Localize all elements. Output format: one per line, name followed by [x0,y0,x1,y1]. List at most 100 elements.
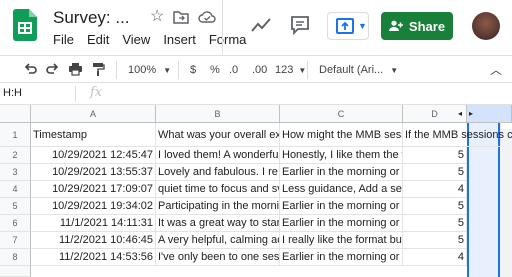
cell-d7[interactable]: 5 [403,232,467,249]
comment-icon[interactable] [289,14,311,36]
more-formats-label: 123 [275,64,294,76]
paint-format-icon[interactable] [92,62,105,76]
menu-edit[interactable]: Edit [87,32,109,47]
name-box[interactable]: H:H [3,87,22,99]
cell-b7[interactable]: A very helpful, calming ac [156,232,280,249]
menu-view[interactable]: View [122,32,150,47]
cell-b2[interactable]: I loved them! A wonderfu [156,147,280,164]
font-family-select[interactable]: Default (Ari... ▼ [319,62,398,79]
app-header: Survey: ... ☆ File Edit View Insert Form… [0,0,512,54]
zoom-select[interactable]: 100% ▼ [128,62,171,79]
menu-insert[interactable]: Insert [163,32,196,47]
more-formats-button[interactable]: 123 ▼ [275,62,306,79]
cell-c2[interactable]: Honestly, I like them the w [280,147,403,164]
fx-icon: fx [90,85,103,100]
person-add-icon [388,20,403,31]
cloud-status-icon[interactable] [198,11,216,23]
present-icon [336,18,354,34]
toolbar-divider [307,61,308,79]
currency-format-button[interactable]: $ [190,62,196,78]
menu-format[interactable]: Forma [209,32,247,47]
cell-a1[interactable]: Timestamp [31,123,156,147]
share-button[interactable]: Share [381,12,453,40]
cell-b8[interactable]: I've only been to one ses [156,249,280,266]
move-folder-icon[interactable] [173,10,189,24]
column-header-d[interactable]: D ◂ [403,105,467,123]
cell-c4[interactable]: Less guidance, Add a ses [280,181,403,198]
select-all-corner[interactable] [0,105,31,123]
print-icon[interactable] [68,62,83,76]
column-collapse-left-icon[interactable]: ◂ [458,105,462,123]
header-divider [222,0,223,54]
column-header-b[interactable]: B [156,105,280,123]
cell-d4[interactable]: 4 [403,181,467,198]
undo-icon[interactable] [23,62,37,76]
cell-b3[interactable]: Lovely and fabulous. I re [156,164,280,181]
row-header-3[interactable]: 3 [0,164,31,181]
row-header-8[interactable]: 8 [0,249,31,266]
cell-a6[interactable]: 11/1/2021 14:11:31 [31,215,156,232]
row-header-6[interactable]: 6 [0,215,31,232]
font-chevron-icon: ▼ [390,66,399,75]
cell-c8[interactable]: Earlier in the morning or [280,249,403,266]
formula-divider [75,86,76,102]
cell-a2[interactable]: 10/29/2021 12:45:47 [31,147,156,164]
column-header-c[interactable]: C [280,105,403,123]
activity-trend-icon[interactable] [250,15,272,35]
cell-c5[interactable]: Earlier in the morning or [280,198,403,215]
spreadsheet-grid: A B C D ◂ ▸ 1 Timestamp What was your ov… [0,105,512,277]
row-header-7[interactable]: 7 [0,232,31,249]
sheets-logo-icon[interactable] [13,9,37,41]
cell-d5[interactable]: 5 [403,198,467,215]
cell-c7[interactable]: I really like the format but [280,232,403,249]
cell-b1[interactable]: What was your overall ex [156,123,280,147]
toolbar-divider [116,61,117,79]
chevron-down-icon: ▼ [358,21,367,31]
cell-d2[interactable]: 5 [403,147,467,164]
cell-c6[interactable]: Earlier in the morning or [280,215,403,232]
cell-c1[interactable]: How might the MMB sess [280,123,403,147]
toolbar: 100% ▼ $ % .0 .00 123 ▼ Default (Ari... … [0,55,512,83]
menu-file[interactable]: File [53,32,74,47]
row-header-4[interactable]: 4 [0,181,31,198]
star-icon[interactable]: ☆ [150,8,166,26]
zoom-value: 100% [128,64,157,76]
document-title[interactable]: Survey: ... [53,8,130,28]
cell-d6[interactable]: 5 [403,215,467,232]
decrease-decimal-button[interactable]: .0 [229,62,238,78]
cell-a3[interactable]: 10/29/2021 13:55:37 [31,164,156,181]
row-header-9[interactable] [0,266,31,277]
cell-a8[interactable]: 11/2/2021 14:53:56 [31,249,156,266]
collapse-toolbar-icon[interactable]: ︿ [490,62,502,78]
row-header-5[interactable]: 5 [0,198,31,215]
cell-c3[interactable]: Earlier in the morning or [280,164,403,181]
column-header-h[interactable]: ▸ [467,105,512,123]
increase-decimal-button[interactable]: .00 [252,62,267,78]
row-header-1[interactable]: 1 [0,123,31,147]
font-family-value: Default (Ari... [319,64,384,76]
percent-format-button[interactable]: % [210,62,220,78]
column-expand-right-icon[interactable]: ▸ [469,105,473,123]
column-header-a[interactable]: A [31,105,156,123]
cell-a4[interactable]: 10/29/2021 17:09:07 [31,181,156,198]
toolbar-divider [178,61,179,79]
redo-icon[interactable] [46,62,60,76]
zoom-chevron-icon: ▼ [163,66,172,75]
formula-bar: H:H fx [0,83,512,105]
cell-b4[interactable]: quiet time to focus and sv [156,181,280,198]
menu-bar: File Edit View Insert Forma [53,32,259,47]
vertical-scrollbar[interactable] [500,129,512,277]
cell-b5[interactable]: Participating in the morni [156,198,280,215]
avatar[interactable] [472,12,500,40]
cell-d3[interactable]: 5 [403,164,467,181]
spreadsheet-app: Survey: ... ☆ File Edit View Insert Form… [0,0,512,277]
row-header-2[interactable]: 2 [0,147,31,164]
cell-a7[interactable]: 11/2/2021 10:46:45 [31,232,156,249]
more-formats-chevron-icon: ▼ [298,66,307,75]
cell-d8[interactable]: 4 [403,249,467,266]
cell-a5[interactable]: 10/29/2021 19:34:02 [31,198,156,215]
cell-d1[interactable]: If the MMB sessions continue [403,123,512,147]
share-label: Share [408,18,446,34]
present-button[interactable]: ▼ [327,12,369,40]
cell-b6[interactable]: It was a great way to star [156,215,280,232]
